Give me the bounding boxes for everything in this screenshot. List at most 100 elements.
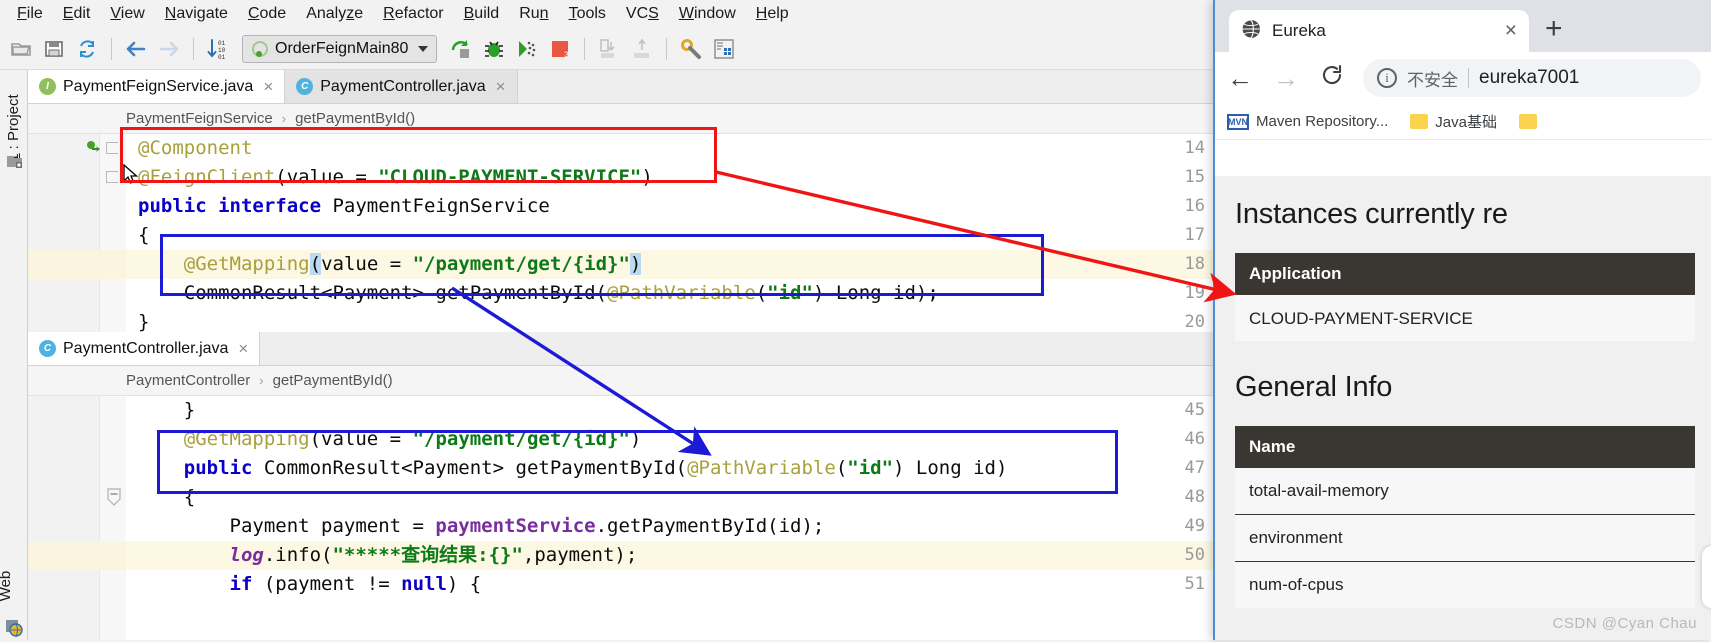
close-icon[interactable]: × [1505, 19, 1517, 43]
line-number: 45 [1184, 400, 1205, 420]
line-number: 18 [1184, 254, 1205, 274]
debug-icon[interactable] [479, 34, 509, 64]
omnibox-divider [1468, 68, 1469, 88]
web-globe-icon[interactable] [6, 620, 23, 637]
scrollbar-thumb[interactable] [1702, 546, 1711, 608]
menu-item-navigate[interactable]: Navigate [156, 3, 237, 25]
line-number: 20 [1184, 312, 1205, 332]
settings-wrench-icon[interactable] [676, 34, 706, 64]
sync-refresh-icon[interactable] [72, 34, 102, 64]
code-line: } [138, 311, 150, 332]
table-row[interactable]: environment [1235, 515, 1695, 562]
current-line-gutter-highlight [28, 541, 126, 570]
menu-item-help[interactable]: Help [747, 3, 798, 25]
spring-boot-icon [252, 40, 268, 57]
collapse-fold-icon[interactable] [106, 488, 122, 511]
run-coverage-icon[interactable] [512, 34, 542, 64]
address-bar[interactable]: i 不安全 eureka7001 [1363, 59, 1701, 97]
web-tab-label: Web [0, 570, 14, 602]
reload-icon[interactable] [1317, 63, 1347, 94]
security-status-label: 不安全 [1407, 70, 1458, 90]
close-icon[interactable]: × [238, 339, 248, 359]
browser-tab-eureka[interactable]: Eureka × [1229, 10, 1529, 52]
close-icon[interactable]: × [263, 77, 273, 97]
breadcrumb-method[interactable]: getPaymentById() [295, 110, 415, 127]
back-icon[interactable]: ← [1225, 63, 1255, 94]
forward-arrow-icon[interactable] [154, 34, 184, 64]
editor-tab-payment-feign-service[interactable]: I PaymentFeignService.java × [28, 70, 286, 103]
fold-bracket-icon[interactable] [106, 142, 118, 154]
folder-icon [1410, 114, 1429, 129]
menu-item-tools[interactable]: Tools [560, 3, 615, 25]
menu-item-vcs[interactable]: VCS [617, 3, 668, 25]
browser-tab-title: Eureka [1272, 21, 1326, 40]
bookmark-folder-extra[interactable] [1518, 114, 1544, 129]
maven-icon: MVN [1227, 113, 1249, 130]
menu-item-refactor[interactable]: Refactor [374, 3, 452, 25]
chevron-down-icon[interactable] [418, 45, 429, 52]
chevron-right-icon: › [259, 373, 264, 388]
line-number: 51 [1184, 574, 1205, 594]
editor-tab-bar: C PaymentController.java × [28, 332, 1213, 366]
code-area-feign-service[interactable]: 14 15 16 17 18 19 20 @Component @FeignCl… [28, 134, 1213, 332]
fold-bracket-icon[interactable] [106, 171, 118, 183]
code-line: { [138, 486, 196, 508]
code-line: public CommonResult<Payment> getPaymentB… [183, 457, 1008, 479]
menu-item-code[interactable]: Code [239, 3, 295, 25]
menu-item-view[interactable]: View [101, 3, 153, 25]
project-module-icon[interactable] [6, 152, 23, 169]
forward-icon[interactable]: → [1271, 63, 1301, 94]
eureka-page: Instances currently re Application CLOUD… [1215, 176, 1711, 640]
stop-icon[interactable]: 3 [545, 34, 575, 64]
run-icon[interactable] [446, 34, 476, 64]
menu-item-build[interactable]: Build [455, 3, 509, 25]
breadcrumb-class[interactable]: PaymentController [126, 372, 250, 389]
run-configuration-selector[interactable]: OrderFeignMain80 [242, 34, 438, 63]
svg-text:01: 01 [218, 54, 226, 61]
info-icon[interactable]: i [1377, 68, 1397, 88]
menu-item-edit[interactable]: Edit [54, 3, 100, 25]
menu-item-file[interactable]: File [8, 3, 52, 25]
toolbar-separator [584, 37, 586, 60]
editor-pane-payment-controller: C PaymentController.java × PaymentContro… [28, 332, 1213, 640]
step-into-icon[interactable] [594, 34, 624, 64]
step-out-icon[interactable] [627, 34, 657, 64]
sort-numeric-icon[interactable]: 01 10 01 [203, 34, 233, 64]
line-number: 50 [1184, 545, 1205, 565]
code-line: public interface PaymentFeignService [138, 195, 550, 217]
class-icon: C [39, 340, 56, 357]
code-line: @GetMapping(value = "/payment/get/{id}") [183, 253, 642, 275]
menu-item-run[interactable]: Run [510, 3, 557, 25]
line-number: 15 [1184, 167, 1205, 187]
class-icon: C [296, 78, 314, 95]
database-icon[interactable] [709, 34, 739, 64]
mouse-cursor-icon [123, 163, 139, 191]
breadcrumb-class[interactable]: PaymentFeignService [126, 110, 273, 127]
svg-text:3: 3 [564, 51, 569, 60]
new-tab-button[interactable]: + [1545, 12, 1563, 46]
code-area-payment-controller[interactable]: 45 46 47 48 49 50 51 } @GetMapping(value… [28, 396, 1213, 640]
editor-tab-payment-controller[interactable]: C PaymentController.java × [285, 70, 518, 103]
bookmark-maven-repository[interactable]: MVN Maven Repository... [1227, 113, 1388, 130]
open-folder-icon[interactable] [6, 34, 36, 64]
browser-nav-bar: ← → i 不安全 eureka7001 [1215, 52, 1711, 104]
browser-window: Eureka × + ← → i 不安全 eureka7001 MVN Mave… [1213, 0, 1711, 640]
editor-tab-bar: I PaymentFeignService.java × C PaymentCo… [28, 70, 1213, 104]
code-line: log.info("*****查询结果:{}",payment); [229, 544, 638, 566]
bookmark-java-basics[interactable]: Java基础 [1410, 111, 1497, 132]
close-icon[interactable]: × [496, 77, 506, 97]
table-row[interactable]: total-avail-memory [1235, 468, 1695, 515]
editor-tab-payment-controller[interactable]: C PaymentController.java × [28, 332, 261, 365]
project-tab-label: : Project [4, 94, 22, 150]
menu-item-analyze[interactable]: Analyze [297, 3, 372, 25]
implemented-method-icon[interactable] [86, 139, 102, 160]
breadcrumb-method[interactable]: getPaymentById() [273, 372, 393, 389]
sidebar-item-web[interactable]: Web [0, 553, 17, 619]
back-arrow-icon[interactable] [121, 34, 151, 64]
menu-item-window[interactable]: Window [670, 3, 745, 25]
table-row[interactable]: CLOUD-PAYMENT-SERVICE [1235, 295, 1695, 341]
line-number: 46 [1184, 429, 1205, 449]
code-folding-bar[interactable] [100, 396, 126, 640]
save-all-icon[interactable] [39, 34, 69, 64]
table-row[interactable]: num-of-cpus [1235, 562, 1695, 608]
